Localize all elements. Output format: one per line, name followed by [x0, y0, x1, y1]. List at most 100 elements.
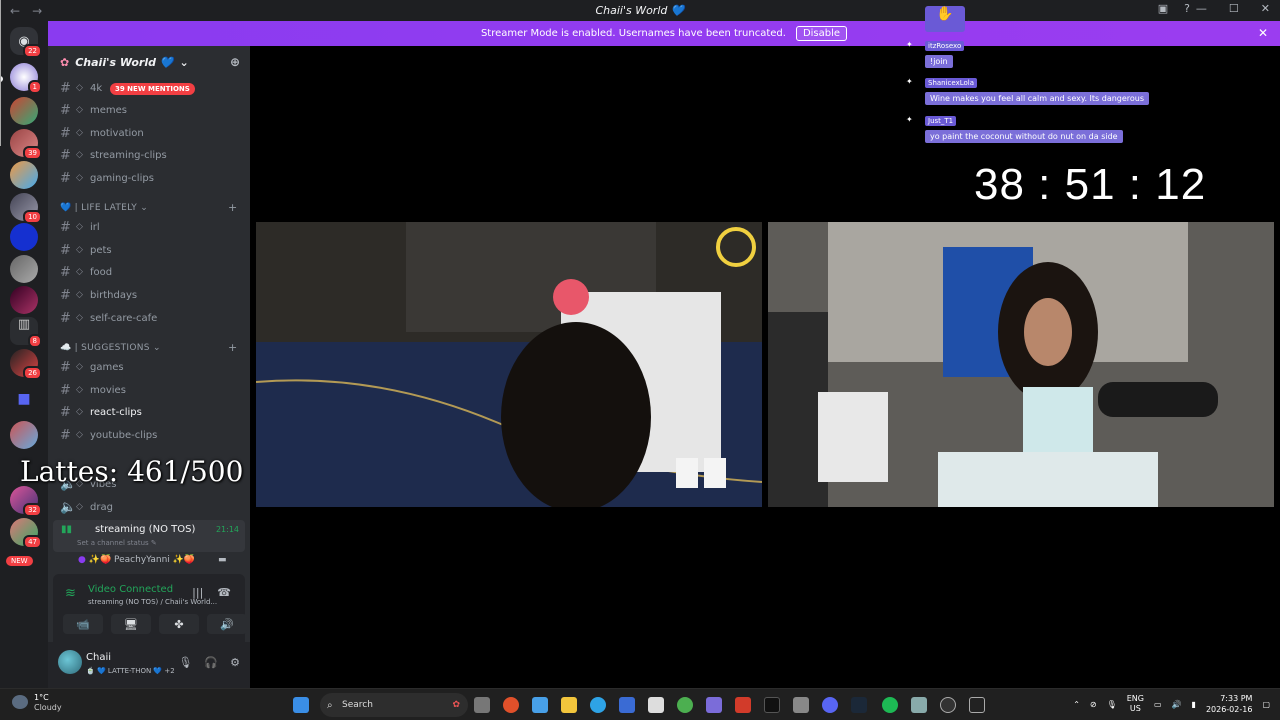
server-icon[interactable]: 32: [10, 486, 42, 517]
voice-channel-item[interactable]: 🔈 ◇ drag: [56, 497, 242, 517]
disable-button[interactable]: Disable: [795, 26, 848, 41]
channel-item[interactable]: # ◇ youtube-clips: [56, 425, 242, 445]
volume-icon[interactable]: 🔊: [1172, 700, 1182, 709]
add-channel-icon[interactable]: +: [228, 341, 238, 354]
copilot-icon[interactable]: [532, 697, 548, 713]
app-icon[interactable]: [503, 697, 519, 713]
close-icon[interactable]: ✕: [1258, 26, 1268, 40]
channel-status[interactable]: Set a channel status ✎: [77, 539, 157, 547]
channel-item[interactable]: # ◇ 4k: [56, 78, 242, 98]
avatar[interactable]: [58, 650, 82, 674]
rail-badge: 32: [23, 503, 42, 517]
app-icon[interactable]: [793, 697, 809, 713]
server-icon[interactable]: ▥ 8: [10, 317, 42, 348]
battery-icon[interactable]: ▮: [1192, 700, 1196, 709]
discord-icon[interactable]: [822, 697, 838, 713]
start-icon[interactable]: [293, 697, 309, 713]
server-icon[interactable]: [10, 223, 38, 251]
voice-connected-label[interactable]: Video Connected: [88, 584, 173, 595]
app-icon[interactable]: [969, 697, 985, 713]
channel-item[interactable]: # ◇ pets: [56, 240, 242, 260]
video-tile-streamer[interactable]: [768, 222, 1274, 507]
notification-off-icon[interactable]: ⊘: [1090, 700, 1097, 709]
mic-icon[interactable]: 🎙: [1107, 700, 1117, 709]
notifications-icon[interactable]: ▢: [1262, 700, 1270, 709]
server-icon[interactable]: [10, 161, 38, 189]
soundboard-icon[interactable]: |||: [192, 586, 203, 599]
category-suggestions[interactable]: ☁️ | SUGGESTIONS ⌄ +: [60, 341, 237, 354]
new-badge: NEW: [6, 556, 33, 566]
forward-icon[interactable]: →: [32, 4, 42, 18]
app-icon[interactable]: [735, 697, 751, 713]
gear-icon[interactable]: ⚙: [230, 656, 240, 669]
rail-badge: 26: [23, 366, 42, 380]
tiktok-icon[interactable]: [764, 697, 780, 713]
connection-icon[interactable]: ≋: [65, 586, 76, 601]
hash-icon: #: [60, 404, 71, 420]
teams-icon[interactable]: [706, 697, 722, 713]
obs-icon[interactable]: [940, 697, 956, 713]
close-button[interactable]: ✕: [1261, 2, 1270, 15]
server-icon[interactable]: 47: [10, 518, 42, 549]
add-member-icon[interactable]: ⊕: [230, 55, 240, 69]
pen-app-icon[interactable]: [619, 697, 635, 713]
add-channel-icon[interactable]: +: [228, 201, 238, 214]
search-label: Search: [342, 700, 373, 710]
user-name[interactable]: Chaii: [86, 652, 111, 663]
task-view-icon[interactable]: [474, 697, 490, 713]
activities-button[interactable]: ✤: [159, 614, 199, 634]
channel-item[interactable]: # ◇ birthdays: [56, 285, 242, 305]
hash-icon: #: [60, 359, 71, 375]
language-indicator[interactable]: ENG US: [1127, 694, 1144, 714]
app-icon[interactable]: [911, 697, 927, 713]
server-icon[interactable]: 1: [10, 63, 42, 94]
category-label: ☁️ | SUGGESTIONS ⌄: [60, 343, 161, 353]
category-life-lately[interactable]: 💙 | LIFE LATELY ⌄ +: [60, 201, 237, 214]
channel-item[interactable]: # ◇ motivation: [56, 123, 242, 143]
channel-item[interactable]: # ◇ irl: [56, 217, 242, 237]
channel-item[interactable]: # ◇ gaming-clips: [56, 168, 242, 188]
camera-button[interactable]: 📹: [63, 614, 103, 634]
voice-member[interactable]: ● ✨🍑 PeachyYanni ✨🍑 ▬: [78, 555, 227, 565]
back-icon[interactable]: ←: [10, 4, 20, 18]
diamond-icon: ◇: [76, 173, 83, 183]
streaming-channel[interactable]: ▮▮ streaming (NO TOS) 21:14 Set a channe…: [53, 520, 245, 552]
screenshare-button[interactable]: 🖥: [111, 614, 151, 634]
channel-item[interactable]: # ◇ react-clips: [56, 402, 242, 422]
channel-item[interactable]: # ◇ games: [56, 357, 242, 377]
channel-item[interactable]: # ◇ memes: [56, 100, 242, 120]
server-icon[interactable]: 10: [10, 193, 42, 224]
spotify-icon[interactable]: [882, 697, 898, 713]
server-icon[interactable]: [10, 421, 38, 449]
server-icon[interactable]: [10, 97, 38, 125]
help-icon[interactable]: ?: [1184, 2, 1190, 15]
clock[interactable]: 7:33 PM 2026-02-16: [1206, 693, 1253, 715]
folder-icon[interactable]: ■: [10, 391, 38, 419]
headphones-icon[interactable]: 🎧: [204, 656, 218, 669]
server-icon[interactable]: 26: [10, 349, 42, 380]
file-explorer-icon[interactable]: [561, 697, 577, 713]
store-icon[interactable]: [648, 697, 664, 713]
minimize-button[interactable]: —: [1196, 2, 1207, 15]
steam-icon[interactable]: [851, 697, 867, 713]
channel-item[interactable]: # ◇ food: [56, 262, 242, 282]
maximize-button[interactable]: ☐: [1229, 2, 1239, 15]
server-icon[interactable]: [10, 255, 38, 283]
inbox-icon[interactable]: ▣: [1158, 2, 1168, 15]
channel-item[interactable]: # ◇ movies: [56, 380, 242, 400]
chevron-up-icon[interactable]: ⌃: [1073, 700, 1080, 709]
channel-item[interactable]: # ◇ streaming-clips: [56, 145, 242, 165]
microphone-icon[interactable]: 🎙: [178, 656, 192, 669]
server-icon[interactable]: 39: [10, 129, 42, 160]
disconnect-icon[interactable]: ☎: [217, 586, 231, 599]
video-tile-room[interactable]: [256, 222, 762, 507]
network-icon[interactable]: ▭: [1154, 700, 1162, 709]
channel-item[interactable]: # ◇ self-care-cafe: [56, 308, 242, 328]
taskbar-search[interactable]: ⌕ Search ✿: [320, 693, 468, 717]
direct-messages-icon[interactable]: ◉ 22: [10, 27, 42, 58]
chrome-icon[interactable]: [677, 697, 693, 713]
soundboard-button[interactable]: 🔊: [207, 614, 247, 634]
server-header[interactable]: ✿ Chaii's World 💙 ⌄ ⊕: [48, 46, 250, 78]
server-icon[interactable]: [10, 286, 38, 314]
edge-icon[interactable]: [590, 697, 606, 713]
